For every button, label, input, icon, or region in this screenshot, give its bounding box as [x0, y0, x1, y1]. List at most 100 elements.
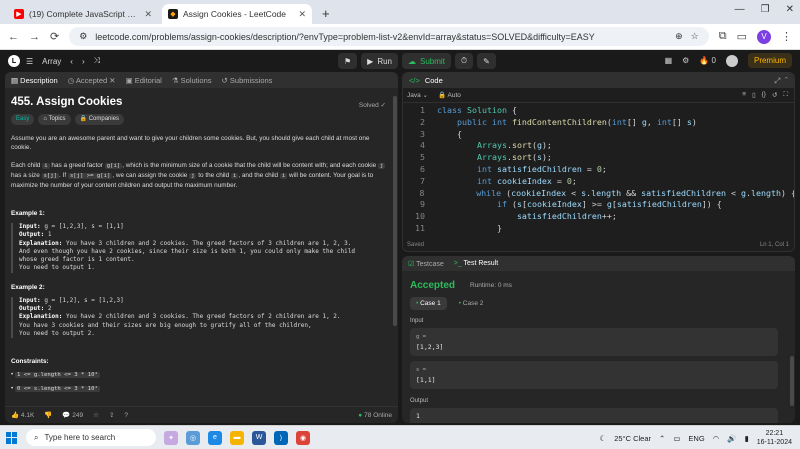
leetcode-logo[interactable]: L	[8, 55, 20, 67]
comments-button[interactable]: 💬 249	[62, 411, 83, 419]
explanation-line: And even though you have 2 cookies, sinc…	[19, 247, 355, 255]
like-button[interactable]: 👍 4.1K	[11, 411, 34, 419]
companies-chip[interactable]: 🔒 Companies	[74, 114, 125, 125]
tab-label: Solutions	[180, 75, 212, 85]
minimize-icon[interactable]: —	[735, 4, 745, 15]
widgets-icon[interactable]: ✦	[164, 430, 178, 445]
tray-app-icon[interactable]: ▭	[673, 434, 680, 443]
prev-problem-icon[interactable]: ‹	[70, 57, 73, 66]
bookmark-star-icon[interactable]: ☆	[691, 31, 699, 42]
weather-text[interactable]: 25°C Clear	[614, 434, 651, 443]
tab-submissions[interactable]: ↺ Submissions	[222, 76, 273, 85]
submit-button[interactable]: ☁ Submit	[402, 53, 451, 69]
wifi-icon[interactable]: ◠	[713, 434, 720, 443]
play-icon: ▶	[367, 56, 374, 66]
extensions-icon[interactable]: ⧉	[719, 30, 727, 43]
weather-icon[interactable]: ☾	[600, 434, 607, 443]
close-window-icon[interactable]: ✕	[786, 4, 794, 15]
language-select[interactable]: Java ⌄	[407, 91, 428, 99]
taskbar-search[interactable]: ⌕ Type here to search	[26, 429, 156, 446]
vscode-icon[interactable]: ⟩	[274, 430, 288, 445]
case-2-tab[interactable]: • Case 2	[453, 297, 490, 310]
copilot-icon[interactable]: ◎	[186, 430, 200, 445]
inline-code: j	[377, 163, 386, 169]
shuffle-icon[interactable]: ⤨	[94, 56, 100, 66]
label: Output:	[19, 305, 45, 313]
tab-label: Editorial	[134, 75, 162, 85]
braces-icon[interactable]: {}	[762, 91, 766, 99]
sidebar-icon[interactable]: ▭	[737, 30, 747, 43]
volume-icon[interactable]: 🔊	[727, 434, 736, 443]
notes-button[interactable]: ✎	[477, 53, 496, 69]
cursor-position: Ln 1, Col 1	[759, 242, 789, 248]
tab-testcase[interactable]: ☑ Testcase	[408, 260, 444, 268]
tab-test-result[interactable]: >_ Test Result	[454, 260, 498, 267]
word-icon[interactable]: W	[252, 430, 266, 445]
code-line: 7 int cookieIndex = 0;	[420, 175, 577, 186]
new-tab-button[interactable]: +	[316, 6, 336, 24]
reset-icon[interactable]: ↺	[772, 91, 777, 99]
value: You have 2 children and 3 cookies. The g…	[65, 313, 341, 321]
site-info-icon[interactable]: ⚙	[79, 31, 87, 42]
close-tab-icon[interactable]: ✕	[144, 9, 152, 20]
streak-counter[interactable]: 🔥 0	[699, 56, 716, 65]
panel-controls: ⤢ ⌃	[774, 76, 788, 86]
favorite-star-icon[interactable]: ☆	[93, 411, 99, 419]
url-field[interactable]: ⚙ leetcode.com/problems/assign-cookies/d…	[69, 27, 709, 46]
leetcode-icon: ◆	[168, 9, 178, 19]
auto-mode-toggle[interactable]: 🔒 Auto	[438, 91, 461, 99]
zoom-icon[interactable]: ⊕	[675, 31, 683, 42]
label: Explanation:	[19, 313, 63, 321]
edge-icon[interactable]: e	[208, 430, 222, 445]
fullscreen-icon[interactable]: ⛶	[783, 91, 788, 99]
file-explorer-icon[interactable]: ▬	[230, 430, 244, 445]
tab-description[interactable]: ▤ Description	[11, 76, 58, 85]
chrome-icon[interactable]: ◉	[296, 430, 310, 445]
like-count: 4.1K	[20, 412, 35, 419]
bookmark-icon[interactable]: ▯	[752, 91, 756, 99]
debug-button[interactable]: ⚑	[338, 53, 358, 69]
inline-code: s[j]	[41, 173, 60, 179]
expand-icon[interactable]: ⤢	[774, 76, 780, 85]
tab-accepted[interactable]: ◷ Accepted ✕	[68, 76, 116, 85]
reload-icon[interactable]: ⟳	[50, 30, 59, 43]
menu-icon[interactable]: ⋮	[781, 30, 792, 43]
description-scrollbar[interactable]	[393, 96, 397, 326]
problem-list-icon[interactable]: ☰	[26, 57, 33, 66]
label: Explanation:	[19, 239, 63, 247]
tab-editorial[interactable]: ▣ Editorial	[126, 76, 162, 85]
format-icon[interactable]: ≡	[742, 91, 746, 99]
result-scrollbar[interactable]	[790, 356, 794, 406]
timer-button[interactable]: ⏱	[454, 53, 474, 69]
inline-code: s[j] >= g[i]	[67, 173, 113, 179]
back-icon[interactable]: ←	[8, 31, 19, 43]
browser-tab-leetcode[interactable]: ◆ Assign Cookies - LeetCode ✕	[162, 4, 312, 24]
tab-label: Accepted	[75, 75, 108, 85]
profile-avatar[interactable]: V	[757, 29, 771, 44]
run-button[interactable]: ▶ Run	[361, 53, 399, 69]
forward-icon[interactable]: →	[29, 31, 40, 43]
close-tab-icon[interactable]: ✕	[298, 9, 306, 20]
collapse-icon[interactable]: ⌃	[784, 76, 788, 85]
solved-badge: Solved ✓	[359, 101, 386, 110]
browser-tab-youtube[interactable]: ▶ (19) Complete JavaScript Cours ✕	[8, 4, 158, 24]
user-avatar[interactable]	[725, 54, 738, 67]
tray-chevron-icon[interactable]: ⌃	[659, 434, 665, 443]
help-icon[interactable]: ?	[124, 412, 128, 419]
language-indicator[interactable]: ENG	[688, 434, 704, 443]
case-1-tab[interactable]: • Case 1	[410, 297, 447, 310]
settings-icon[interactable]: ⚙	[682, 56, 689, 65]
windows-start-icon[interactable]	[6, 431, 18, 444]
problem-list-label[interactable]: Array	[42, 57, 61, 66]
layout-icon[interactable]: ▦	[665, 56, 673, 65]
share-icon[interactable]: ⇪	[109, 411, 114, 419]
clock[interactable]: 22:21 16-11-2024	[757, 429, 792, 447]
premium-button[interactable]: Premium	[747, 53, 792, 68]
next-problem-icon[interactable]: ›	[82, 57, 85, 66]
dislike-icon[interactable]: 👎	[44, 411, 52, 419]
code-lines[interactable]: 1 class Solution { 2 public int findConte…	[403, 105, 794, 235]
maximize-icon[interactable]: ❐	[761, 4, 770, 15]
topics-chip[interactable]: ⌂ Topics	[38, 114, 71, 125]
battery-icon[interactable]: ▮	[745, 434, 749, 443]
tab-solutions[interactable]: ⚗ Solutions	[172, 76, 212, 85]
